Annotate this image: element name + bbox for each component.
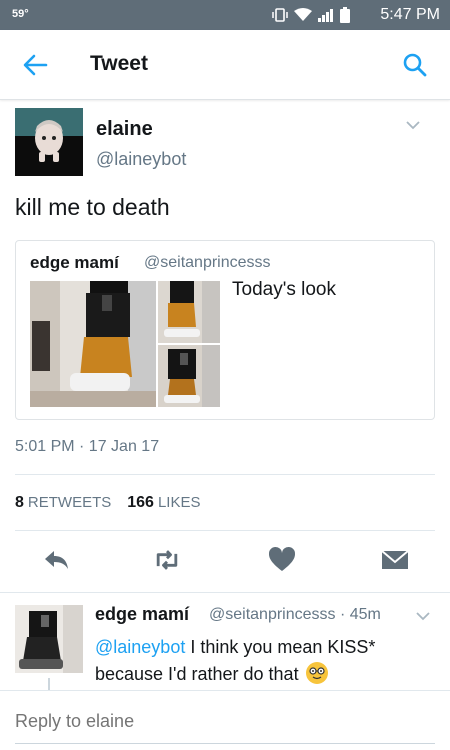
battery-icon [340, 7, 350, 23]
app-header: Tweet [0, 30, 450, 100]
search-icon[interactable] [402, 52, 428, 78]
reply-author-avatar[interactable] [15, 605, 83, 673]
tweet-actions [0, 545, 450, 581]
quoted-tweet-text: Today's look [232, 279, 336, 300]
reply-author-handle[interactable]: @seitanprincesss · 45m [209, 606, 381, 624]
back-arrow-icon[interactable] [22, 52, 48, 78]
retweets-stat[interactable]: 8 RETWEETS [15, 494, 111, 512]
reply-text: @laineybot I think you mean KISS* becaus… [95, 634, 435, 688]
direct-message-icon[interactable] [380, 545, 410, 575]
heart-icon[interactable] [267, 545, 297, 575]
wifi-icon [294, 8, 312, 21]
status-icons [271, 7, 350, 23]
retweet-icon[interactable] [152, 545, 182, 575]
tweet-text: kill me to death [15, 194, 170, 220]
chevron-down-icon[interactable] [406, 118, 420, 132]
status-bar: 59° 5:47 PM [0, 0, 450, 30]
quoted-author-handle: @seitanprincesss [144, 254, 271, 271]
likes-stat[interactable]: 166 LIKES [127, 494, 200, 512]
quoted-tweet[interactable]: edge mamí @seitanprincesss Today's look [15, 240, 435, 420]
reply-icon[interactable] [42, 545, 72, 575]
quoted-photo-2[interactable] [158, 281, 220, 343]
divider [15, 530, 435, 531]
likes-count: 166 [127, 494, 154, 511]
tweet-timestamp: 5:01 PM · 17 Jan 17 [15, 438, 160, 455]
likes-label: LIKES [157, 494, 201, 511]
reply-author-name[interactable]: edge mamí [95, 604, 189, 625]
reply-input-underline [15, 743, 435, 744]
page-title: Tweet [90, 52, 148, 75]
author-avatar[interactable] [15, 108, 83, 176]
temperature: 59° [12, 8, 29, 20]
divider [0, 592, 450, 593]
signal-icon [318, 9, 333, 22]
retweets-label: RETWEETS [27, 494, 112, 511]
tweet-stats: 8 RETWEETS 166 LIKES [15, 494, 200, 512]
quoted-author-name: edge mamí [30, 253, 119, 272]
thread-line [48, 678, 50, 690]
quoted-photo-3[interactable] [158, 345, 220, 407]
reply-mention[interactable]: @laineybot [95, 637, 185, 657]
reply-input[interactable] [15, 711, 435, 732]
nerd-face-emoji-icon [305, 662, 328, 684]
chevron-down-icon[interactable] [416, 609, 430, 623]
reply-bar [0, 690, 450, 750]
quoted-photo-main[interactable] [30, 281, 156, 407]
vibrate-icon [272, 8, 288, 22]
author-name[interactable]: elaine [96, 118, 153, 141]
retweets-count: 8 [15, 494, 24, 511]
divider [15, 474, 435, 475]
clock: 5:47 PM [380, 6, 440, 23]
author-handle[interactable]: @laineybot [96, 149, 186, 170]
